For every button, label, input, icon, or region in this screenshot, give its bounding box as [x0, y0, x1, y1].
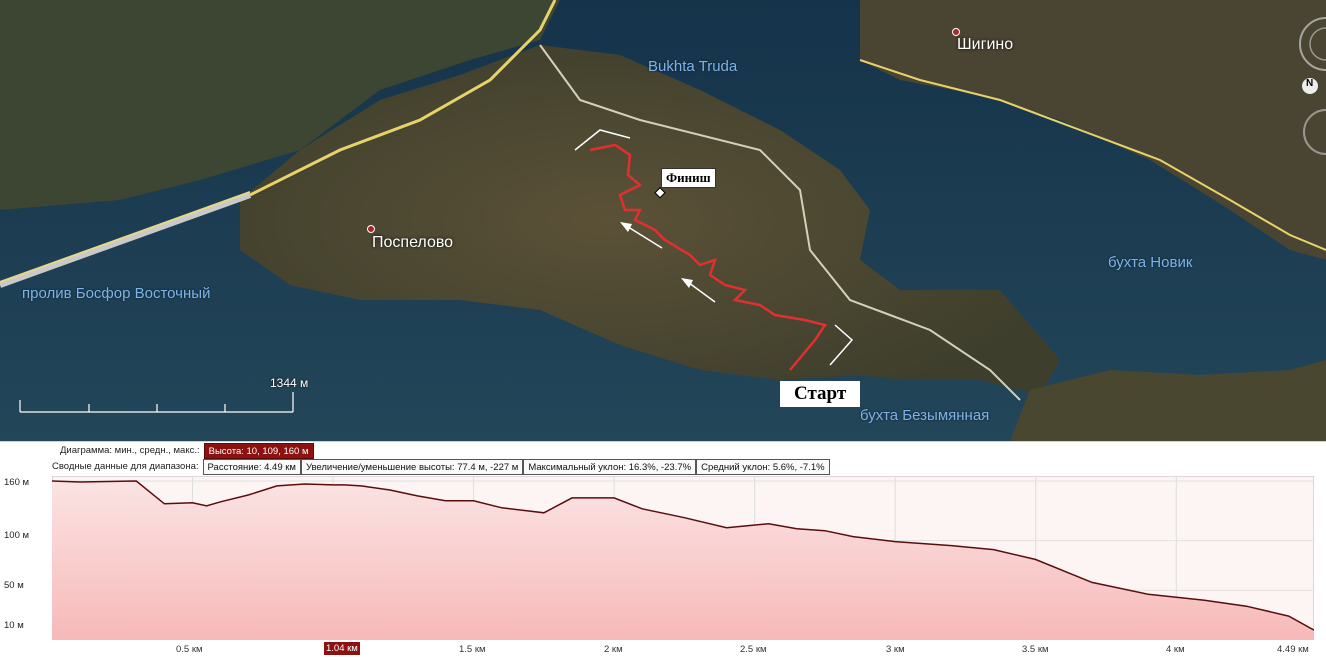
elevation-chart[interactable]	[52, 476, 1314, 640]
height-stats: Высота: 10, 109, 160 м	[203, 443, 314, 459]
avg-slope-stat: Средний уклон: 5.6%, -7.1%	[696, 459, 830, 475]
x-tick-label: 0.5 км	[176, 644, 203, 655]
finish-label: Финиш	[661, 168, 716, 188]
range-header: Сводные данные для диапазона:	[52, 461, 199, 472]
map-label-novik: бухта Новик	[1108, 254, 1193, 271]
distance-stat: Расстояние: 4.49 км	[202, 459, 301, 475]
map-label-shigino: Шигино	[957, 36, 1014, 53]
gain-loss-stat: Увеличение/уменьшение высоты: 77.4 м, -2…	[300, 459, 524, 475]
y-tick-label: 10 м	[4, 620, 24, 631]
place-marker-shigino	[952, 28, 960, 36]
place-marker-poselovo	[367, 225, 375, 233]
map-label-bezymyannaya: бухта Безымянная	[860, 407, 990, 424]
navigation-control[interactable]: N	[1296, 14, 1326, 174]
compass-north-icon[interactable]: N	[1306, 78, 1313, 89]
x-tick-label: 4 км	[1166, 644, 1185, 655]
x-tick-label: 2.5 км	[740, 644, 767, 655]
x-tick-label: 3.5 км	[1022, 644, 1049, 655]
y-tick-label: 100 м	[4, 530, 30, 541]
map-label-bukhta-truda: Bukhta Truda	[648, 58, 738, 75]
x-tick-label: 1.5 км	[459, 644, 486, 655]
summary-row: Диаграмма: мин., средн., макс.: Высота: …	[56, 443, 314, 459]
y-tick-label: 160 м	[4, 477, 30, 488]
x-tick-label: 2 км	[604, 644, 623, 655]
start-label: Старт	[780, 381, 861, 407]
satellite-map[interactable]: Bukhta Truda Шигино Поспелово пролив Бос…	[0, 0, 1326, 441]
x-tick-label: 4.49 км	[1277, 644, 1309, 655]
map-label-bosfor: пролив Босфор Восточный	[22, 285, 211, 302]
range-row: Сводные данные для диапазона: Расстояние…	[48, 459, 830, 475]
x-tick-label-selected[interactable]: 1.04 км	[324, 642, 360, 655]
map-label-poselovo: Поспелово	[372, 234, 454, 251]
y-tick-label: 50 м	[4, 580, 24, 591]
max-slope-stat: Максимальный уклон: 16.3%, -23.7%	[523, 459, 697, 475]
scale-label: 1344 м	[270, 376, 309, 390]
x-tick-label: 3 км	[886, 644, 905, 655]
summary-header: Диаграмма: мин., средн., макс.:	[60, 445, 200, 456]
